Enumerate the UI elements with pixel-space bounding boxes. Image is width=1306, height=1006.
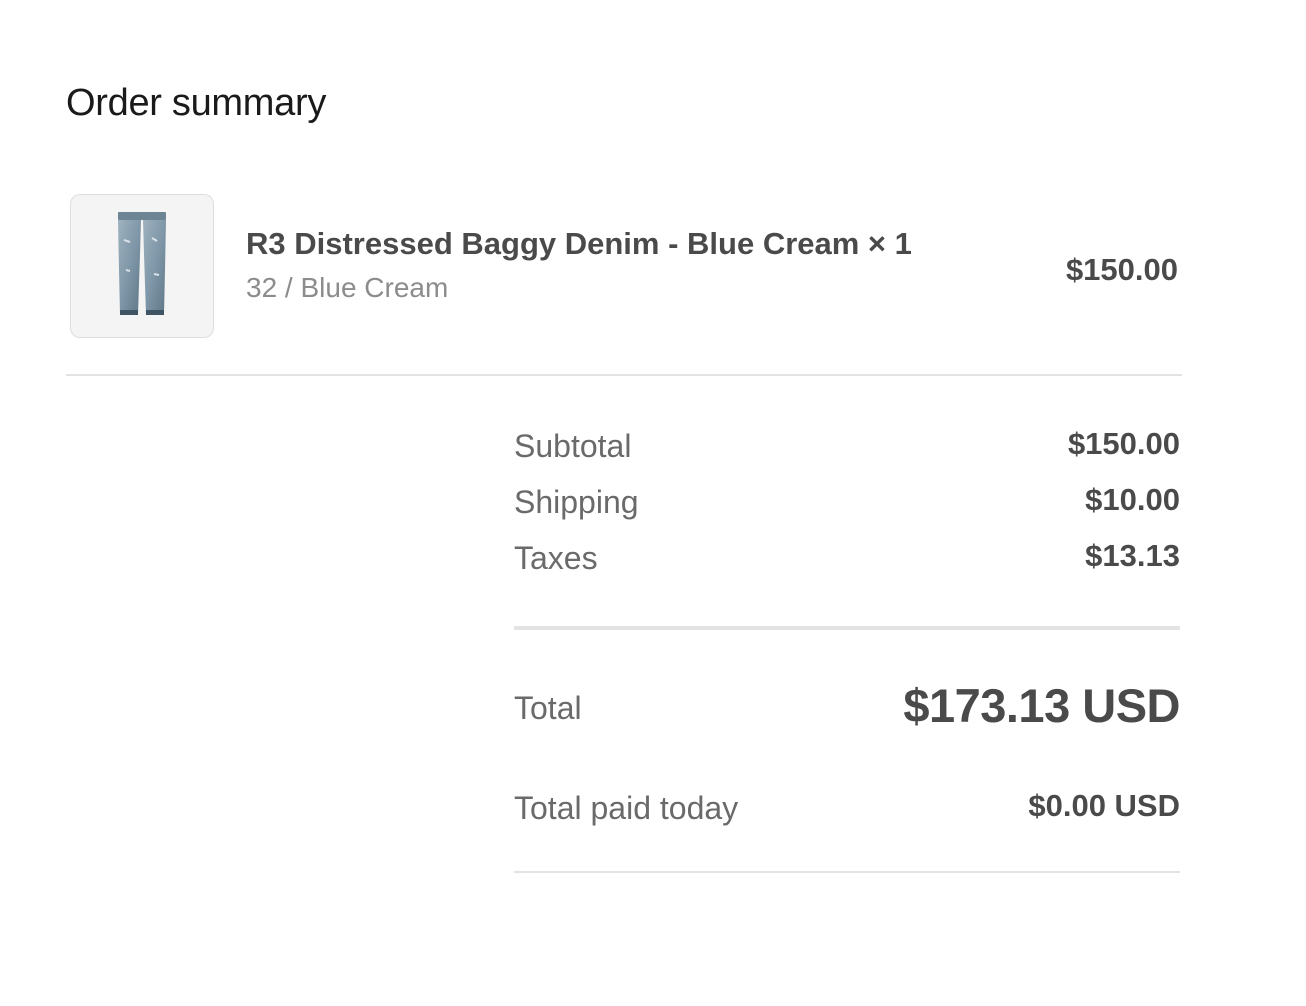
paid-today-label: Total paid today (514, 790, 739, 826)
total-label: Total (514, 690, 582, 726)
shipping-value: $10.00 (1085, 482, 1180, 517)
subtotal-label: Subtotal (514, 428, 632, 464)
bottom-divider (514, 871, 1180, 873)
item-divider (66, 374, 1182, 376)
taxes-value: $13.13 (1085, 538, 1180, 573)
line-item: R3 Distressed Baggy Denim - Blue Cream ×… (70, 194, 1180, 340)
totals-divider (514, 626, 1180, 630)
product-thumbnail (70, 194, 214, 338)
order-summary-panel: Order summary R3 Distressed Baggy Denim … (0, 0, 1306, 1006)
product-price: $150.00 (1065, 252, 1178, 287)
paid-today-value: $0.00 USD (1028, 788, 1180, 823)
total-value: $173.13 USD (903, 679, 1180, 732)
product-variant: 32 / Blue Cream (246, 272, 449, 303)
subtotal-row: Subtotal $150.00 (514, 420, 1180, 464)
order-summary-title: Order summary (66, 82, 327, 124)
shipping-row: Shipping $10.00 (514, 476, 1180, 520)
product-name: R3 Distressed Baggy Denim - Blue Cream ×… (246, 226, 912, 261)
jeans-icon (118, 212, 166, 315)
shipping-label: Shipping (514, 484, 639, 520)
taxes-label: Taxes (514, 540, 598, 576)
subtotal-value: $150.00 (1067, 426, 1180, 461)
taxes-row: Taxes $13.13 (514, 532, 1180, 576)
